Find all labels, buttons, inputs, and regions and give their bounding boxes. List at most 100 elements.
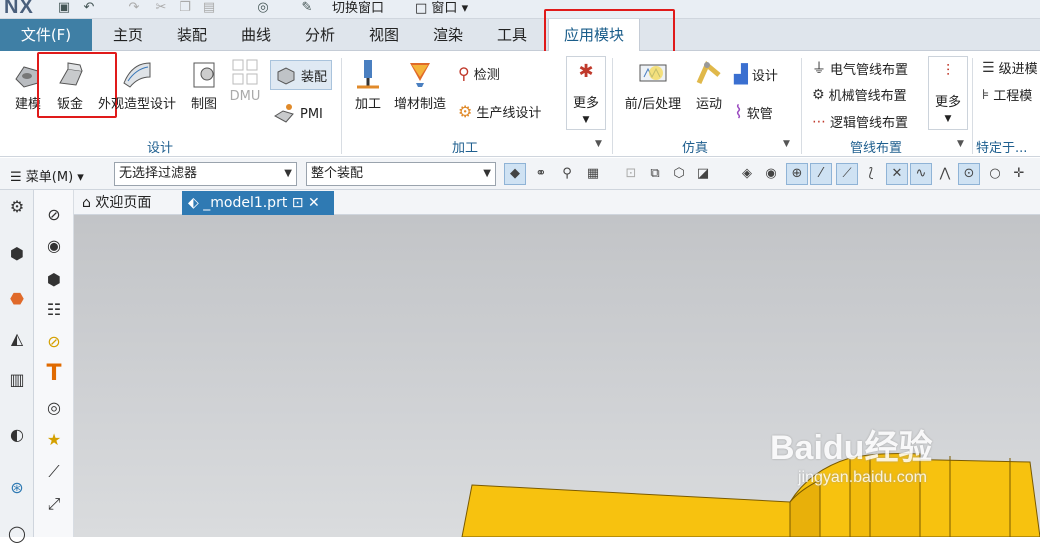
text-icon[interactable]: T <box>40 360 68 388</box>
view-settings-icon[interactable]: ⬢ <box>40 266 68 294</box>
styling-design-button[interactable]: 外观造型设计 <box>94 57 180 112</box>
tab-model-file[interactable]: ⬖ _model1.prt ⊡ ✕ <box>182 191 334 215</box>
select-features-icon[interactable]: ◆ <box>504 163 526 185</box>
tab-render[interactable]: 渲染 <box>420 19 476 51</box>
assembly-navigator-icon[interactable]: ⬢ <box>3 240 31 268</box>
paste-icon[interactable]: ▤ <box>200 0 218 18</box>
fit-view-icon[interactable]: ⤢ <box>40 490 68 518</box>
properties-icon[interactable]: ◎ <box>40 394 68 422</box>
group-dropdown-icon[interactable]: ▼ <box>957 139 964 149</box>
selection-filter-dropdown[interactable]: 无选择过滤器 ▼ <box>114 162 297 186</box>
tab-analysis[interactable]: 分析 <box>292 19 348 51</box>
group-dropdown-icon[interactable]: ▼ <box>595 139 602 149</box>
pre-post-label: 前/后处理 <box>624 97 682 112</box>
switch-window-button[interactable]: 切换窗口 <box>332 1 384 17</box>
drafting-button[interactable]: 制图 <box>184 57 224 112</box>
reuse-library-icon[interactable]: ▥ <box>3 366 31 394</box>
tab-applications[interactable]: 应用模块 <box>548 19 640 52</box>
progressive-die-button[interactable]: ☰ 级进模 <box>982 58 1038 78</box>
motion-button[interactable]: 运动 <box>690 57 728 112</box>
manufacturing-more-button[interactable]: ✱ 更多 ▼ <box>566 56 606 130</box>
assembly-app-button[interactable]: 装配 <box>270 60 333 90</box>
electrical-routing-button[interactable]: ⏚ 电气管线布置 <box>812 58 908 78</box>
roles-icon[interactable]: ◯ <box>3 520 31 548</box>
snap-group-icon[interactable]: ⧉ <box>644 163 666 185</box>
highlight-icon[interactable]: ★ <box>40 426 68 454</box>
line-designer-button[interactable]: ⚙ 生产线设计 <box>458 102 541 121</box>
intersection-icon[interactable]: ✕ <box>886 163 908 185</box>
additive-manufacturing-button[interactable]: 增材制造 <box>390 57 450 112</box>
routing-more-button[interactable]: ⫶ 更多 ▼ <box>928 56 968 130</box>
point-on-curve-icon[interactable]: ✛ <box>1008 163 1030 185</box>
tab-view[interactable]: 视图 <box>356 19 412 51</box>
body-select-icon[interactable]: ⬡ <box>668 163 690 185</box>
layers-icon[interactable]: ☷ <box>40 296 68 324</box>
inspection-icon: ⚲ <box>458 64 470 83</box>
part-file-icon: ⬖ <box>188 195 199 211</box>
select-mode-icon[interactable]: ◪ <box>692 163 714 185</box>
redo-icon[interactable]: ↷ <box>125 0 143 18</box>
quadrant-icon[interactable]: ⋀ <box>934 163 956 185</box>
snap-box-icon[interactable]: ⊡ <box>620 163 642 185</box>
pmi-button[interactable]: PMI <box>272 102 323 126</box>
sim-design-label: 设计 <box>751 69 778 84</box>
hide-icon[interactable]: ⊘ <box>40 201 68 229</box>
shaded-icon[interactable]: ◉ <box>760 163 782 185</box>
more-gallery-icon: ✱ <box>578 61 594 82</box>
control-point-icon[interactable]: ⟅ <box>860 163 882 185</box>
close-icon[interactable]: ✕ <box>308 195 320 211</box>
select-components-icon[interactable]: ⚭ <box>530 163 552 185</box>
settings-icon[interactable]: ⚙ <box>3 193 31 221</box>
more-gallery-icon: ⫶ <box>945 61 950 80</box>
menu-button[interactable]: ☰ 菜单(M) ▾ <box>10 166 84 185</box>
engineering-die-button[interactable]: ⊧ 工程模 <box>982 85 1032 105</box>
sim-design-button[interactable]: ▟ 设计 <box>734 64 778 85</box>
sheet-metal-button[interactable]: 钣金 <box>48 57 92 112</box>
select-all-icon[interactable]: ▦ <box>582 163 604 185</box>
inspection-button[interactable]: ⚲ 检测 <box>458 64 500 83</box>
hose-button[interactable]: ⌇ 软管 <box>734 102 773 123</box>
web-browser-icon[interactable]: ⊛ <box>3 474 31 502</box>
filter-icon[interactable]: ⚲ <box>556 163 578 185</box>
sheet-metal-model[interactable] <box>450 440 1040 537</box>
tab-home[interactable]: 主页 <box>100 19 156 51</box>
history-icon[interactable]: ◐ <box>3 421 31 449</box>
constraint-navigator-icon[interactable]: ⬣ <box>3 285 31 313</box>
pin-icon[interactable]: ⊡ <box>292 195 304 211</box>
modeling-button[interactable]: 建模 <box>8 57 48 112</box>
mechanical-routing-button[interactable]: ⚙ 机械管线布置 <box>812 85 907 105</box>
tab-assembly[interactable]: 装配 <box>164 19 220 51</box>
measure-icon[interactable]: ⟋ <box>40 458 68 486</box>
tab-tools[interactable]: 工具 <box>484 19 540 51</box>
machining-label: 加工 <box>354 97 381 112</box>
snap-point-icon[interactable]: ⊕ <box>786 163 808 185</box>
mechanical-routing-icon: ⚙ <box>812 86 825 103</box>
touch-mode-icon[interactable]: ✎ <box>298 0 316 18</box>
invert-visibility-icon[interactable]: ⊘ <box>40 328 68 356</box>
copy-icon[interactable]: ❐ <box>176 0 194 18</box>
tab-welcome-page[interactable]: ⌂ 欢迎页面 <box>76 192 157 214</box>
end-point-icon[interactable]: ⁄ <box>810 163 832 185</box>
show-hide-icon[interactable]: ◎ <box>254 0 272 18</box>
selection-scope-dropdown[interactable]: 整个装配 ▼ <box>306 162 496 186</box>
assembly-app-label: 装配 <box>301 69 328 85</box>
part-navigator-icon[interactable]: ◭ <box>3 325 31 353</box>
existing-point-icon[interactable]: ○ <box>984 163 1006 185</box>
tab-curve[interactable]: 曲线 <box>228 19 284 51</box>
save-icon[interactable]: ▣ <box>55 0 73 18</box>
show-icon[interactable]: ◉ <box>40 232 68 260</box>
cut-icon[interactable]: ✂ <box>152 0 170 18</box>
arc-center-icon[interactable]: ⊙ <box>958 163 980 185</box>
window-menu-button[interactable]: □ 窗口 ▾ <box>415 1 468 17</box>
spline-point-icon[interactable]: ∿ <box>910 163 932 185</box>
file-tab[interactable]: 文件(F) <box>0 19 92 51</box>
undo-icon[interactable]: ↶ <box>80 0 98 18</box>
solid-icon[interactable]: ◈ <box>736 163 758 185</box>
dmu-button[interactable]: DMU <box>226 57 264 104</box>
logical-routing-button[interactable]: ⋯ 逻辑管线布置 <box>812 112 908 132</box>
ribbon-separator <box>801 58 802 154</box>
group-dropdown-icon[interactable]: ▼ <box>783 139 790 149</box>
machining-button[interactable]: 加工 <box>350 57 386 112</box>
mid-point-icon[interactable]: ⟋ <box>836 163 858 185</box>
pre-post-button[interactable]: 前/后处理 <box>618 57 688 112</box>
